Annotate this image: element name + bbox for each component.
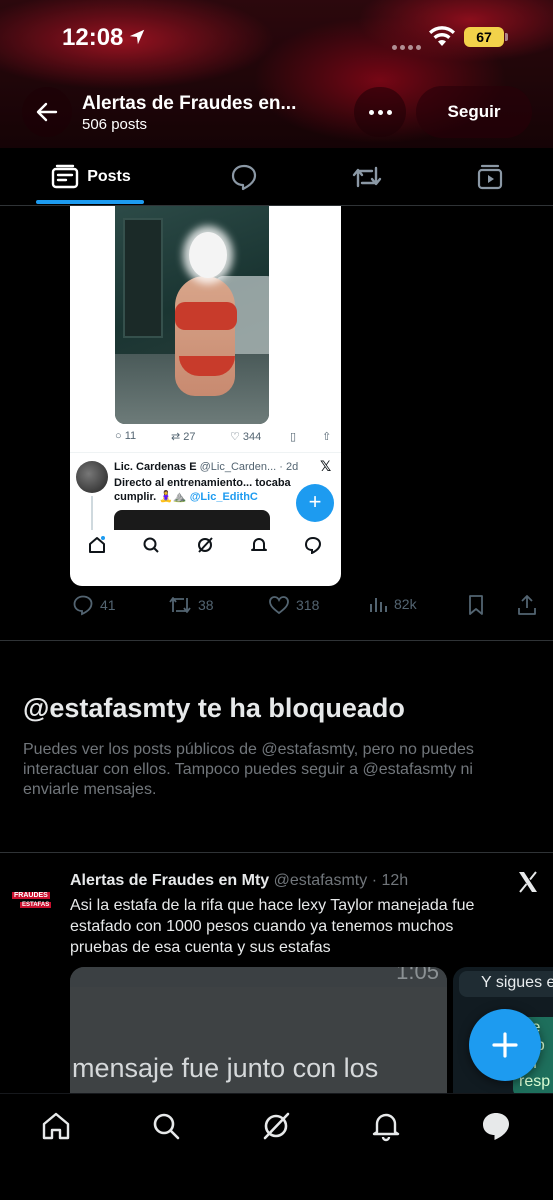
blocked-description: Puedes ver los posts públicos de @estafa… [23,741,474,798]
embedded-home-icon [89,536,105,553]
embedded-bell-icon [251,538,267,551]
embedded-x-logo-icon: 𝕏 [320,458,332,474]
like-count: 318 [296,597,320,613]
profile-tabs: Posts [0,148,553,206]
embedded-author-handle: @Lic_Carden... [199,461,277,473]
post-text: Asi la estafa de la rifa que hace lexy T… [70,897,475,956]
follow-button[interactable]: Seguir [416,86,532,138]
signal-icon [392,37,424,55]
share-button[interactable] [516,594,538,616]
post-media-1[interactable]: 1:05 mensaje fue junto con los [70,967,447,1097]
reply-bubble-icon [231,164,257,191]
embedded-like-count: ♡ 344 [230,431,262,443]
embedded-grok-icon [198,537,213,553]
active-tab-indicator [36,200,144,204]
bottom-nav [0,1093,553,1200]
home-icon[interactable] [40,1110,72,1142]
account-title: Alertas de Fraudes en... [82,93,297,114]
post-author-handle: @estafasmty [273,872,368,889]
embedded-reply-count: ○ 11 [115,430,137,442]
like-button[interactable]: 318 [268,594,319,616]
divider [0,852,553,853]
reply-button[interactable]: 41 [72,594,116,616]
battery-indicator: 67 [464,27,504,47]
status-bar: 12:08 67 [0,0,553,76]
embedded-text: Directo al entrenamiento... tocaba cumpl… [114,477,291,503]
post-author[interactable]: Alertas de Fraudes en Mty @estafasmty · … [70,872,408,890]
embedded-screenshot[interactable]: ○ 11 ⇄ 27 ♡ 344 ▯ ⇧ Lic. Cardenas E @Lic… [70,206,341,586]
x-logo-icon [519,871,537,893]
tab-posts[interactable]: Posts [36,148,146,206]
post-avatar[interactable]: FRAUDES ESTAFAS [8,876,64,916]
embedded-bookmark-icon: ▯ [290,431,297,443]
blocked-title: @estafasmty te ha bloqueado [23,693,405,723]
embedded-media-preview [114,510,270,530]
reply-icon [73,595,93,616]
share-icon [518,595,536,615]
arrow-left-icon [36,102,58,122]
tab-media[interactable] [466,148,514,206]
location-icon [129,29,145,45]
embedded-search-icon [143,537,159,553]
embedded-time: · 2d [279,461,299,473]
post-actions: 41 38 318 82k [0,594,553,618]
post-time: · 12h [371,872,409,889]
thread-line [91,496,93,530]
blur-mask [189,232,227,278]
tab-posts-label: Posts [87,168,131,185]
embedded-avatar [76,461,108,493]
repost-icon [169,597,191,613]
embedded-actions: ○ 11 ⇄ 27 ♡ 344 ▯ ⇧ [115,430,340,448]
post-author-name: Alertas de Fraudes en Mty [70,872,270,889]
tab-replies[interactable] [220,148,268,206]
embedded-photo [115,206,269,424]
battery-tip [505,33,508,41]
plus-icon [492,1032,518,1058]
embedded-compose-icon: + [296,484,334,522]
embedded-author-name: Lic. Cardenas E [114,461,197,473]
reply-count: 41 [100,597,116,613]
compose-button[interactable] [469,1009,541,1081]
status-time: 12:08 [62,24,124,51]
wifi-icon [429,26,455,46]
back-button[interactable] [22,87,72,137]
messages-icon[interactable] [480,1110,512,1142]
heart-icon [269,596,289,615]
profile-header: Alertas de Fraudes en... 506 posts Segui… [0,86,553,140]
repost-icon [352,166,382,188]
bookmark-button[interactable] [466,594,486,616]
post-count: 506 posts [82,116,148,133]
embedded-divider [70,452,341,453]
search-icon[interactable] [150,1110,182,1142]
embedded-messages-icon [304,536,322,554]
embedded-mention: @Lic_EdithC [189,491,258,503]
view-count: 82k [394,596,417,612]
embedded-share-icon: ⇧ [322,431,332,443]
tab-reposts[interactable] [343,148,391,206]
repost-count: 38 [198,597,214,613]
embedded-repost-count: ⇄ 27 [171,431,196,443]
views-button[interactable]: 82k [368,594,417,614]
media-icon [477,164,503,190]
repost-button[interactable]: 38 [168,594,214,616]
bookmark-icon [469,595,483,615]
posts-icon [52,164,79,189]
views-icon [370,598,387,612]
bell-icon[interactable] [370,1110,402,1142]
embedded-author: Lic. Cardenas E @Lic_Carden... · 2d [114,461,298,473]
more-options-button[interactable] [354,87,406,137]
grok-icon[interactable] [260,1110,292,1142]
embedded-bottom-nav [70,532,341,560]
divider [0,640,553,641]
